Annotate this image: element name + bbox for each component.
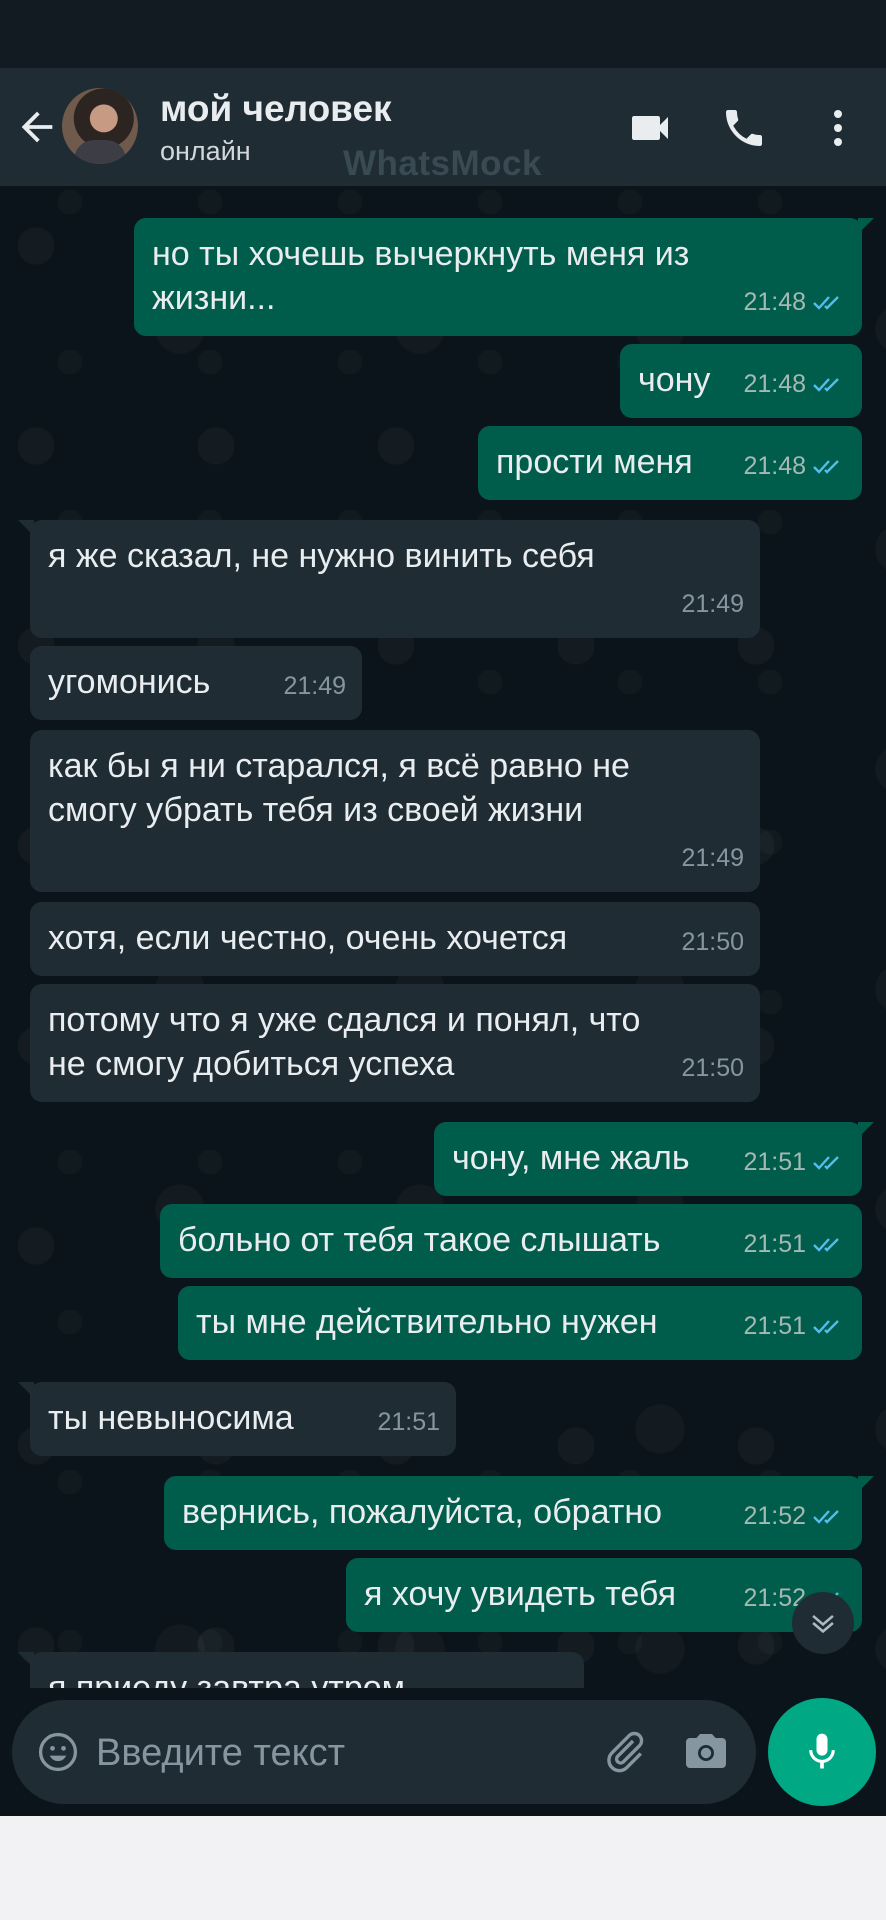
message-meta: 21:51 (377, 1400, 440, 1444)
message-meta: 21:49 (681, 582, 744, 626)
message-bubble[interactable]: ты невыносима 21:51 (18, 1382, 456, 1456)
message-meta: 21:49 (283, 664, 346, 708)
mic-icon (809, 1733, 835, 1769)
emoji-icon[interactable] (36, 1730, 80, 1774)
read-ticks-icon (813, 1238, 839, 1252)
message-time: 21:49 (283, 672, 346, 700)
system-navigation-bar (0, 1816, 886, 1920)
message-text: я приеду завтра утром (48, 1669, 406, 1688)
back-arrow-icon[interactable] (14, 104, 60, 150)
status-bar (0, 0, 886, 68)
message-bubble[interactable]: вернись, пожалуйста, обратно 21:52 (164, 1476, 874, 1550)
message-composer (12, 1700, 756, 1804)
phone-icon[interactable] (720, 104, 768, 152)
message-time: 21:51 (743, 1230, 806, 1258)
camera-icon[interactable] (682, 1728, 730, 1776)
message-bubble[interactable]: я хочу увидеть тебя 21:52 (346, 1558, 862, 1632)
message-time: 21:50 (681, 1054, 744, 1082)
message-bubble[interactable]: но ты хочешь вычеркнуть меня из жизни...… (134, 218, 874, 336)
message-time: 21:49 (681, 844, 744, 872)
message-meta: 21:48 (743, 280, 846, 324)
contact-name[interactable]: мой человек (160, 88, 392, 130)
message-bubble[interactable]: ты мне действительно нужен 21:51 (178, 1286, 862, 1360)
read-ticks-icon (813, 378, 839, 392)
message-bubble[interactable]: угомонись 21:49 (30, 646, 362, 720)
message-time: 21:52 (743, 1502, 806, 1530)
message-meta: 21:48 (743, 362, 846, 406)
message-time: 21:51 (377, 1408, 440, 1436)
message-bubble[interactable]: прости меня 21:48 (478, 426, 862, 500)
message-text: я же сказал, не нужно винить себя (48, 537, 595, 575)
message-text: хотя, если честно, очень хочется (48, 919, 568, 957)
message-meta: 21:49 (681, 836, 744, 880)
chat-header: мой человек онлайн WhatsMock (0, 68, 886, 186)
message-bubble[interactable]: я же сказал, не нужно винить себя 21:49 (18, 520, 760, 638)
message-time: 21:51 (743, 1312, 806, 1340)
read-ticks-icon (813, 460, 839, 474)
message-bubble[interactable]: как бы я ни старался, я всё равно не смо… (30, 730, 760, 892)
message-meta: 21:48 (743, 444, 846, 488)
read-ticks-icon (813, 296, 839, 310)
message-time: 21:50 (681, 928, 744, 956)
read-ticks-icon (813, 1320, 839, 1334)
message-meta: 21:51 (743, 1222, 846, 1266)
message-bubble[interactable]: больно от тебя такое слышать 21:51 (160, 1204, 862, 1278)
message-bubble[interactable]: чону, мне жаль 21:51 (434, 1122, 874, 1196)
message-text: но ты хочешь вычеркнуть меня из жизни... (152, 235, 690, 317)
message-bubble[interactable]: я приеду завтра утром (18, 1652, 584, 1688)
avatar[interactable] (62, 88, 138, 164)
attach-icon[interactable] (600, 1728, 648, 1776)
chevron-down-icon (812, 1614, 834, 1634)
message-input[interactable] (94, 1726, 598, 1780)
more-vert-icon[interactable] (814, 104, 862, 152)
message-bubble[interactable]: хотя, если честно, очень хочется 21:50 (30, 902, 760, 976)
message-time: 21:49 (681, 590, 744, 618)
message-list[interactable]: но ты хочешь вычеркнуть меня из жизни...… (0, 186, 886, 1688)
message-time: 21:48 (743, 452, 806, 480)
contact-status: онлайн (160, 136, 251, 166)
watermark: WhatsMock (343, 144, 542, 183)
message-bubble[interactable]: чону 21:48 (620, 344, 862, 418)
scroll-to-bottom-button[interactable] (792, 1592, 854, 1654)
message-meta: 21:51 (743, 1140, 846, 1184)
message-text: потому что я уже сдался и понял, что не … (48, 1001, 641, 1083)
mic-button[interactable] (768, 1698, 876, 1806)
message-text: как бы я ни старался, я всё равно не смо… (48, 747, 630, 829)
message-time: 21:48 (743, 288, 806, 316)
message-meta: 21:52 (743, 1494, 846, 1538)
message-time: 21:48 (743, 370, 806, 398)
message-bubble[interactable]: потому что я уже сдался и понял, что не … (30, 984, 760, 1102)
read-ticks-icon (813, 1510, 839, 1524)
message-meta: 21:50 (681, 920, 744, 964)
read-ticks-icon (813, 1156, 839, 1170)
message-meta: 21:51 (743, 1304, 846, 1348)
video-call-icon[interactable] (626, 104, 674, 152)
message-meta: 21:50 (681, 1046, 744, 1090)
message-time: 21:51 (743, 1148, 806, 1176)
